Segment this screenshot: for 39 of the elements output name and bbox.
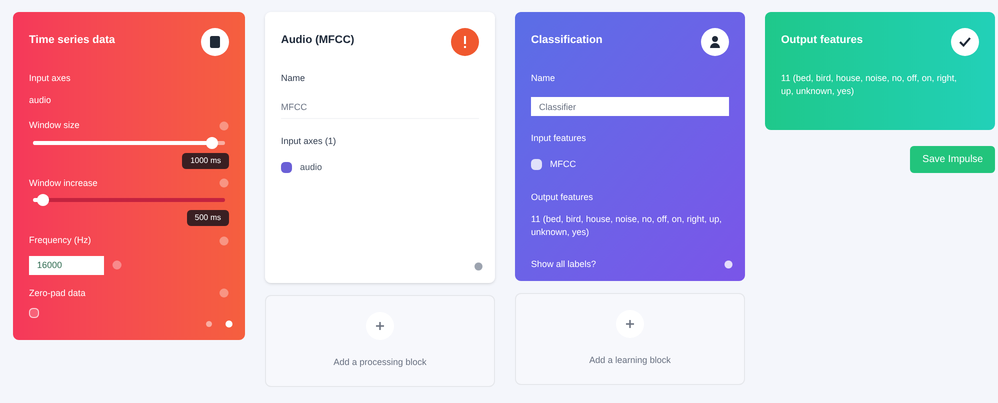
person-icon — [710, 36, 720, 48]
field-label: Input axes — [29, 72, 71, 85]
checkbox-label: audio — [300, 160, 322, 174]
show-labels-link[interactable]: Show all labels? — [531, 258, 596, 268]
value-tooltip: 1000 ms — [182, 152, 229, 168]
field-label: Output features — [531, 191, 594, 204]
plus-icon — [376, 322, 384, 330]
output-features-text: 11 (bed, bird, house, noise, no, off, on, right, up, unknown, yes) — [781, 72, 958, 98]
output-features-text: 11 (bed, bird, house, noise, no, off, on, right, up, unknown, yes) — [531, 212, 723, 238]
block-title: Audio (MFCC) — [281, 33, 354, 48]
field-label: Name — [531, 72, 556, 85]
add-block-card[interactable]: Add a processing block — [265, 295, 495, 387]
alert-icon — [463, 36, 467, 48]
frequency-input[interactable]: 16000 — [29, 256, 104, 274]
check-icon — [959, 37, 971, 47]
add-block-label: Add a processing block — [333, 356, 427, 370]
checkbox[interactable] — [531, 158, 542, 170]
field-value: audio — [29, 94, 52, 106]
block-title: Classification — [531, 33, 603, 48]
slider-thumb[interactable] — [36, 194, 49, 206]
checkbox[interactable] — [281, 162, 292, 173]
block-title: Output features — [781, 33, 863, 48]
field-label: Input axes (1) — [281, 135, 338, 148]
field-label: Input features — [531, 132, 588, 145]
checkbox[interactable] — [29, 308, 39, 318]
name-input[interactable]: MFCC — [281, 100, 479, 119]
add-block-label: Add a learning block — [589, 354, 671, 368]
slider-thumb[interactable] — [206, 136, 218, 148]
plus-icon — [626, 320, 634, 328]
name-input[interactable]: Classifier — [531, 97, 729, 116]
block-title: Time series data — [29, 33, 116, 48]
value-tooltip: 500 ms — [186, 210, 229, 226]
field-label: Name — [281, 72, 306, 85]
field-label: Window size — [29, 119, 80, 132]
field-label: Zero-pad data — [29, 286, 86, 300]
field-label: Window increase — [29, 176, 98, 190]
checkbox-label: MFCC — [550, 158, 576, 170]
add-block-card[interactable]: Add a learning block — [515, 293, 745, 385]
field-label: Frequency (Hz) — [29, 234, 92, 247]
